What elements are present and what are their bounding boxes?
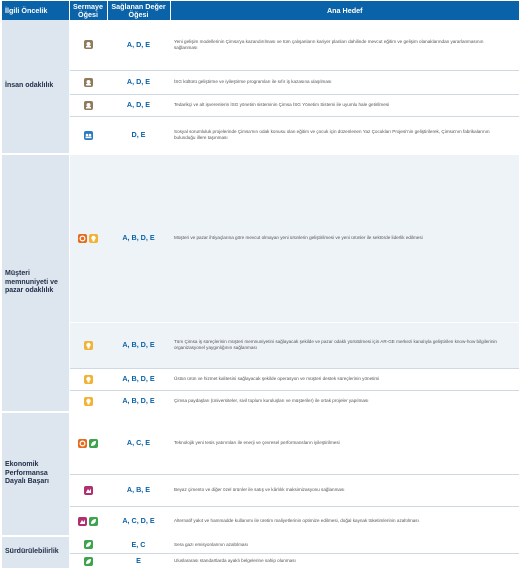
priority-sustainability: Sürdürülebilirlik	[2, 536, 70, 570]
natural-capital-icon	[89, 438, 99, 448]
goal-cell: İSG kültürü geliştirme ve iyileştirme pr…	[170, 70, 519, 95]
strategy-table: İlgili Öncelik Sermaye Öğesi Sağlanan De…	[2, 1, 519, 570]
capital-cell	[69, 536, 107, 554]
capital-cell	[69, 506, 107, 537]
table-row: A, B, E Beyaz çimento ve diğer özel ürün…	[2, 474, 519, 507]
capital-cell	[69, 412, 107, 475]
intellectual-capital-icon	[83, 396, 93, 406]
capital-cell	[69, 368, 107, 391]
capital-cell	[69, 553, 107, 570]
brand-capital-icon	[83, 485, 93, 495]
table-row: D, E Sosyal sorumluluk projelerinde Çims…	[2, 116, 519, 155]
intellectual-capital-icon	[89, 233, 99, 243]
table-row: Sürdürülebilirlik E, C Sera gazı emisyon…	[2, 536, 519, 570]
value-cell: A, B, E	[107, 474, 170, 507]
table-row: İnsan odaklılık A, D, E Yeni gelişim mod…	[2, 20, 519, 155]
table-row: A, C, D, E Alternatif yakıt ve hammadde …	[2, 506, 519, 537]
value-cell: E	[107, 553, 170, 570]
capital-cell	[69, 70, 107, 95]
capital-cell	[69, 322, 107, 369]
capital-cell	[69, 474, 107, 507]
table-row: A, B, D, E Çimsa paydaşları (üniversitel…	[2, 390, 519, 413]
value-cell: D, E	[107, 116, 170, 155]
table-row: A, B, D, E Tüm Çimsa iş süreçlerinin müş…	[2, 322, 519, 369]
value-cell: A, D, E	[107, 70, 170, 95]
goal-cell: Sera gazı emisyonlarının azaltılması	[170, 536, 519, 554]
human-capital-icon	[83, 100, 93, 110]
goal-cell: Uluslararası standartlarda ayaklı belgel…	[170, 553, 519, 570]
goal-cell: Tedarikçi ve alt işverenlerin İSG yöneti…	[170, 94, 519, 117]
table-header-row: İlgili Öncelik Sermaye Öğesi Sağlanan De…	[2, 1, 519, 20]
customer-capital-icon	[78, 233, 88, 243]
goal-cell: Tüm Çimsa iş süreçlerinin müşteri memnun…	[170, 322, 519, 369]
value-cell: E, C	[107, 536, 170, 554]
natural-capital-icon	[83, 556, 93, 566]
goal-cell: Beyaz çimento ve diğer özel ürünler ile …	[170, 474, 519, 507]
priority-economic: Ekonomik Performansa Dayalı Başarı	[2, 412, 70, 537]
goal-cell: Alternatif yakıt ve hammadde kullanımı i…	[170, 506, 519, 537]
customer-capital-icon	[78, 438, 88, 448]
value-cell: A, C, E	[107, 412, 170, 475]
goal-cell: Teknolojik yeni tesis yatırımları ile en…	[170, 412, 519, 475]
social-capital-icon	[83, 130, 93, 140]
value-cell: A, B, D, E	[107, 368, 170, 391]
value-cell: A, B, D, E	[107, 154, 170, 323]
capital-cell	[69, 154, 107, 323]
table-row: A, D, E Tedarikçi ve alt işverenlerin İS…	[2, 94, 519, 117]
priority-human: İnsan odaklılık	[2, 20, 70, 155]
goal-cell: Sosyal sorumluluk projelerinde Çimsa'nın…	[170, 116, 519, 155]
header-goal: Ana Hedef	[170, 1, 519, 20]
priority-customer: Müşteri memnuniyeti ve pazar odaklılık	[2, 154, 70, 413]
capital-cell	[69, 390, 107, 413]
table-row: A, B, D, E Üstün ürün ve hizmet kalitesi…	[2, 368, 519, 391]
value-cell: A, D, E	[107, 20, 170, 71]
value-cell: A, D, E	[107, 94, 170, 117]
table-row: A, D, E İSG kültürü geliştirme ve iyileş…	[2, 70, 519, 95]
human-capital-icon	[83, 40, 93, 50]
value-cell: A, B, D, E	[107, 390, 170, 413]
capital-cell	[69, 94, 107, 117]
goal-cell: Yeni gelişim modellerinin Çimsa'ya kazan…	[170, 20, 519, 71]
goal-cell: Üstün ürün ve hizmet kalitesini sağlayac…	[170, 368, 519, 391]
header-capital: Sermaye Öğesi	[69, 1, 108, 20]
natural-capital-icon	[89, 516, 99, 526]
intellectual-capital-icon	[83, 340, 93, 350]
table-row: Ekonomik Performansa Dayalı Başarı A, C,…	[2, 412, 519, 537]
capital-cell	[69, 20, 107, 71]
table-row: Müşteri memnuniyeti ve pazar odaklılık A…	[2, 154, 519, 413]
intellectual-capital-icon	[83, 374, 93, 384]
goal-cell: Müşteri ve pazar ihtiyaçlarına göre mevc…	[170, 154, 519, 323]
value-cell: A, B, D, E	[107, 322, 170, 369]
header-priority: İlgili Öncelik	[2, 1, 70, 20]
human-capital-icon	[83, 77, 93, 87]
natural-capital-icon	[83, 540, 93, 549]
capital-cell	[69, 116, 107, 155]
header-value: Sağlanan Değer Öğesi	[107, 1, 171, 20]
brand-capital-icon	[78, 516, 88, 526]
goal-cell: Çimsa paydaşları (üniversiteler, sivil t…	[170, 390, 519, 413]
table-row: E Uluslararası standartlarda ayaklı belg…	[2, 553, 519, 570]
value-cell: A, C, D, E	[107, 506, 170, 537]
